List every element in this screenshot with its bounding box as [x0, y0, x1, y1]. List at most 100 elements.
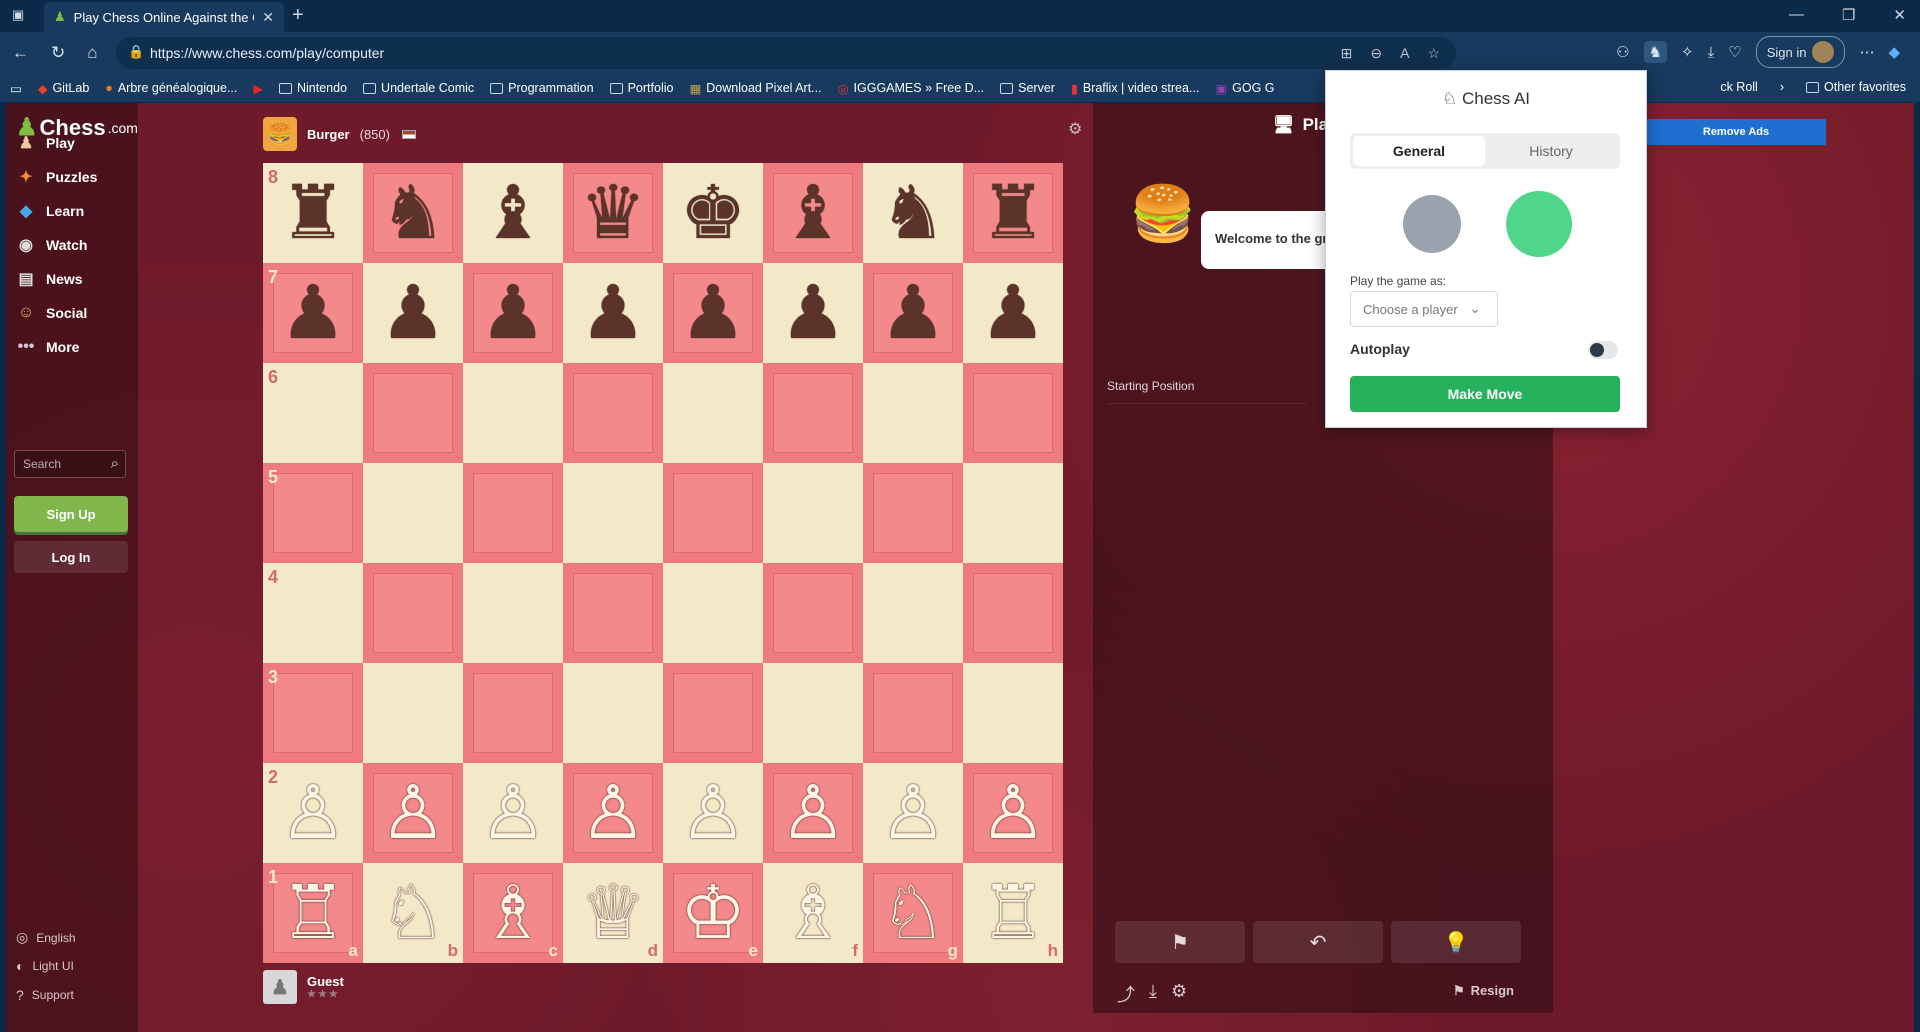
bookmark-folder[interactable]: Portfolio: [609, 81, 673, 95]
chess-piece[interactable]: ♔: [680, 876, 746, 950]
chess-piece[interactable]: ♝: [780, 176, 846, 250]
player-name[interactable]: Guest: [307, 974, 344, 989]
copilot-icon[interactable]: ◆: [1888, 43, 1900, 61]
gray-player-circle[interactable]: [1403, 195, 1461, 253]
app-icon[interactable]: ⊞: [1341, 45, 1353, 62]
chess-piece[interactable]: ♖: [280, 876, 346, 950]
board-square[interactable]: g ♘: [863, 863, 963, 963]
board-square[interactable]: ♟: [563, 263, 663, 363]
board-square[interactable]: ♟: [763, 263, 863, 363]
chess-piece[interactable]: ♘: [380, 876, 446, 950]
board-square[interactable]: ♟: [663, 263, 763, 363]
sidebar-item-watch[interactable]: ◉ Watch: [16, 235, 87, 255]
chess-piece[interactable]: ♟: [280, 276, 346, 350]
board-square[interactable]: [763, 563, 863, 663]
board-square[interactable]: c ♗: [463, 863, 563, 963]
bookmark-folder[interactable]: Nintendo: [279, 81, 347, 95]
signin-button[interactable]: Sign in: [1755, 36, 1846, 68]
bookmark-item[interactable]: ▮ Braflix | video strea...: [1071, 81, 1199, 96]
sidebar-item-play[interactable]: ♟ Play: [16, 133, 75, 153]
tab-general[interactable]: General: [1353, 136, 1485, 166]
board-square[interactable]: ♞: [863, 163, 963, 263]
board-square[interactable]: [363, 363, 463, 463]
opponent-name[interactable]: Burger: [307, 127, 350, 142]
player-select[interactable]: Choose a player ⌄: [1350, 291, 1498, 327]
board-square[interactable]: [963, 563, 1063, 663]
extension-icon[interactable]: ⚇: [1616, 43, 1629, 61]
extensions-icon[interactable]: ✧: [1681, 43, 1694, 61]
hint-button[interactable]: 💡: [1391, 921, 1521, 963]
bookmark-folder[interactable]: Server: [1000, 81, 1055, 95]
tab-history[interactable]: History: [1485, 136, 1617, 166]
chess-piece[interactable]: ♟: [680, 276, 746, 350]
board-square[interactable]: ♟: [463, 263, 563, 363]
chess-piece[interactable]: ♙: [580, 776, 646, 850]
sidebar-item-news[interactable]: ▤ News: [16, 269, 82, 289]
signup-button[interactable]: Sign Up: [14, 496, 128, 532]
chess-ai-extension-icon[interactable]: ♞: [1643, 41, 1668, 63]
board-square[interactable]: [563, 363, 663, 463]
chess-piece[interactable]: ♘: [880, 876, 946, 950]
board-square[interactable]: ♙: [963, 763, 1063, 863]
resign-button[interactable]: ⚑ Resign: [1453, 983, 1514, 999]
sidebar-item-puzzles[interactable]: ✦ Puzzles: [16, 167, 97, 187]
board-square[interactable]: 1 a ♖: [263, 863, 363, 963]
chess-piece[interactable]: ♙: [280, 776, 346, 850]
url-field[interactable]: 🔒 https://www.chess.com/play/computer ⊞ …: [116, 37, 1456, 69]
board-square[interactable]: 8 ♜: [263, 163, 363, 263]
board-square[interactable]: 4: [263, 563, 363, 663]
board-square[interactable]: [763, 663, 863, 763]
board-square[interactable]: ♟: [863, 263, 963, 363]
sidebar-item-social[interactable]: ☺ Social: [16, 303, 87, 323]
board-square[interactable]: ♞: [363, 163, 463, 263]
chess-piece[interactable]: ♞: [380, 176, 446, 250]
board-square[interactable]: ♙: [863, 763, 963, 863]
board-square[interactable]: ♙: [363, 763, 463, 863]
board-square[interactable]: [763, 363, 863, 463]
tab-chess[interactable]: ♟ Play Chess Online Against the Co ✕: [44, 2, 284, 32]
board-square[interactable]: ♙: [663, 763, 763, 863]
board-square[interactable]: [663, 663, 763, 763]
restore-icon[interactable]: ❐: [1842, 6, 1855, 24]
search-input[interactable]: Search ⌕: [14, 450, 126, 478]
board-square[interactable]: [563, 663, 663, 763]
settings-gear-icon[interactable]: ⚙: [1171, 981, 1187, 1007]
chess-piece[interactable]: ♙: [880, 776, 946, 850]
board-square[interactable]: [663, 463, 763, 563]
board-square[interactable]: [663, 363, 763, 463]
chess-piece[interactable]: ♗: [780, 876, 846, 950]
board-square[interactable]: ♛: [563, 163, 663, 263]
board-square[interactable]: [563, 463, 663, 563]
board-settings-gear-icon[interactable]: ⚙: [1068, 119, 1082, 139]
remove-ads-button[interactable]: Remove Ads: [1646, 119, 1826, 145]
other-favorites[interactable]: Other favorites: [1806, 80, 1906, 94]
theme-link[interactable]: ◐ Light UI: [16, 958, 74, 974]
board-square[interactable]: d ♕: [563, 863, 663, 963]
board-square[interactable]: 2 ♙: [263, 763, 363, 863]
bookmark-item[interactable]: ◆ GitLab: [38, 81, 89, 96]
board-square[interactable]: ♝: [463, 163, 563, 263]
board-square[interactable]: [663, 563, 763, 663]
sidebar-item-more[interactable]: ••• More: [16, 337, 80, 357]
board-square[interactable]: ♚: [663, 163, 763, 263]
board-square[interactable]: [863, 363, 963, 463]
board-square[interactable]: [863, 663, 963, 763]
board-square[interactable]: [563, 563, 663, 663]
guest-avatar[interactable]: ♟: [263, 970, 297, 1004]
home-icon[interactable]: ⌂: [87, 43, 97, 63]
close-window-icon[interactable]: ✕: [1893, 6, 1906, 24]
board-square[interactable]: h ♖: [963, 863, 1063, 963]
sidebar-item-learn[interactable]: ◆ Learn: [16, 201, 84, 221]
opponent-avatar[interactable]: 🍔: [263, 117, 297, 151]
chess-piece[interactable]: ♗: [480, 876, 546, 950]
board-square[interactable]: 3: [263, 663, 363, 763]
chess-piece[interactable]: ♞: [880, 176, 946, 250]
downloads-icon[interactable]: ⤓: [1708, 44, 1715, 61]
read-aloud-icon[interactable]: A: [1400, 45, 1409, 62]
chess-piece[interactable]: ♚: [680, 176, 746, 250]
refresh-icon[interactable]: ↻: [51, 43, 65, 63]
board-square[interactable]: [763, 463, 863, 563]
board-square[interactable]: ♜: [963, 163, 1063, 263]
chess-piece[interactable]: ♟: [580, 276, 646, 350]
board-square[interactable]: [363, 463, 463, 563]
